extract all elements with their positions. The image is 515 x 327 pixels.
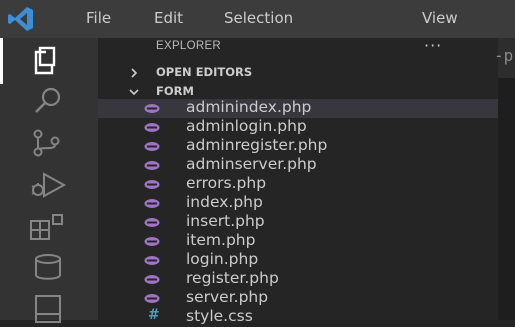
file-name: server.php [186,288,269,306]
editor-tab[interactable]: -p [494,38,515,78]
editor-tab-label: -p [494,46,514,65]
file-item-server[interactable]: server.php [98,288,498,308]
file-item-item[interactable]: item.php [98,231,498,251]
explorer-sidebar: EXPLORER ··· OPEN EDITORS FORM admininde… [98,36,498,325]
file-item-login[interactable]: login.php [98,250,498,270]
more-actions-icon[interactable]: ··· [424,36,442,55]
file-item-adminlogin[interactable]: adminlogin.php [98,117,498,137]
php-icon [144,275,160,284]
file-name: errors.php [186,174,267,192]
explorer-icon[interactable] [28,44,68,78]
open-editors-label: OPEN EDITORS [156,65,253,79]
extensions-icon[interactable] [28,210,68,244]
search-icon[interactable] [28,84,68,118]
php-icon [144,199,160,208]
file-name: style.css [186,307,253,325]
file-item-register[interactable]: register.php [98,269,498,289]
menu-selection[interactable]: Selection [224,9,293,27]
file-name: item.php [186,231,256,249]
php-icon [144,256,160,265]
run-debug-icon[interactable] [28,168,68,202]
database-icon[interactable] [28,250,68,284]
file-item-adminserver[interactable]: adminserver.php [98,155,498,175]
chevron-down-icon [129,89,139,96]
folder-form-label: FORM [156,84,194,98]
menu-file[interactable]: File [86,9,111,27]
file-item-index[interactable]: index.php [98,193,498,213]
file-name: adminserver.php [186,155,317,173]
file-name: adminindex.php [186,98,312,116]
file-item-adminregister[interactable]: adminregister.php [98,136,498,156]
css-icon: # [148,307,160,323]
editor-area: -p [494,38,515,320]
activity-bar [0,38,98,323]
file-name: index.php [186,193,263,211]
php-icon [144,123,160,132]
file-name: login.php [186,250,259,268]
explorer-title: EXPLORER [156,40,222,52]
title-menu-bar: File Edit Selection View [0,0,515,38]
file-name: adminregister.php [186,136,328,154]
php-icon [144,180,160,189]
file-name: register.php [186,269,279,287]
panel-icon[interactable] [28,292,68,326]
php-icon [144,161,160,170]
php-icon [144,218,160,227]
active-indicator [0,38,3,84]
file-item-adminindex[interactable]: adminindex.php [98,98,498,118]
file-item-insert[interactable]: insert.php [98,212,498,232]
file-name: adminlogin.php [186,117,307,135]
file-item-errors[interactable]: errors.php [98,174,498,194]
php-icon [144,294,160,303]
php-icon [144,142,160,151]
file-name: insert.php [186,212,265,230]
vscode-logo-icon[interactable] [6,4,36,34]
file-item-style-css[interactable]: # style.css [98,307,498,327]
menu-edit[interactable]: Edit [154,9,183,27]
php-icon [144,237,160,246]
php-icon [144,104,160,113]
menu-view[interactable]: View [422,9,458,27]
chevron-right-icon [131,68,138,78]
source-control-icon[interactable] [28,126,68,160]
